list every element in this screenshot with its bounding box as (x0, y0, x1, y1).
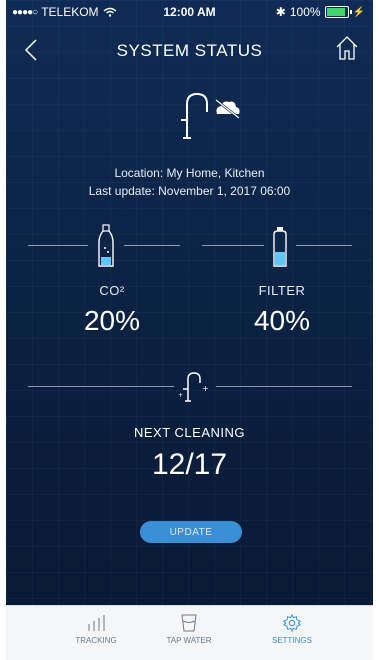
nav-bar: SYSTEM STATUS (6, 30, 373, 70)
device-location: Location: My Home, Kitchen (114, 166, 265, 180)
tab-settings[interactable]: SETTINGS (242, 614, 342, 645)
tab-bar: TRACKING TAP WATER SETTINGS (6, 605, 373, 660)
next-cleaning-label: NEXT CLEANING (133, 425, 245, 440)
faucet-icon (181, 92, 240, 139)
filter-divider-right (296, 245, 352, 246)
bluetooth-icon: ✱ (275, 5, 286, 19)
filter-divider-left (202, 245, 264, 246)
cloud-off-icon (215, 99, 240, 119)
bar-chart-icon (88, 615, 105, 631)
filter-cartridge-icon (273, 227, 287, 267)
battery-icon (324, 6, 352, 18)
faucet-cleaning-icon: + + (178, 372, 209, 402)
system-status-screen: ●●●●○ TELEKOM 12:00 AM ✱ 100% ⚡ SYSTEM S… (6, 0, 373, 659)
filter-value: 40% (253, 305, 311, 336)
last-update: Last update: November 1, 2017 06:00 (88, 184, 291, 198)
tab-tracking-label: TRACKING (75, 636, 117, 645)
svg-text:+: + (178, 392, 183, 399)
page-title: SYSTEM STATUS (116, 41, 263, 60)
tab-tap-water[interactable]: TAP WATER (139, 614, 239, 645)
status-bar: ●●●●○ TELEKOM 12:00 AM ✱ 100% ⚡ (6, 0, 373, 24)
update-button[interactable]: UPDATE (140, 521, 242, 543)
charging-icon: ⚡ (352, 6, 365, 18)
tab-tap-water-label: TAP WATER (166, 636, 212, 645)
svg-text:+: + (202, 384, 209, 393)
gear-icon (283, 614, 301, 632)
tab-settings-label: SETTINGS (271, 636, 312, 645)
tab-tracking[interactable]: TRACKING (46, 614, 146, 645)
cleaning-divider-left (28, 386, 174, 387)
battery-group: ✱ 100% ⚡ (276, 5, 365, 19)
co2-divider-left (28, 245, 88, 246)
glass-icon (181, 614, 197, 632)
co2-divider-right (124, 245, 180, 246)
co2-bottle-icon (98, 224, 114, 267)
home-icon[interactable] (331, 32, 363, 64)
next-cleaning-value: 12/17 (151, 448, 228, 481)
battery-percent: 100% (289, 5, 321, 19)
cleaning-divider-right (216, 386, 352, 387)
filter-label: FILTER (258, 283, 306, 298)
co2-value: 20% (83, 305, 141, 336)
co2-label: CO² (99, 283, 125, 298)
